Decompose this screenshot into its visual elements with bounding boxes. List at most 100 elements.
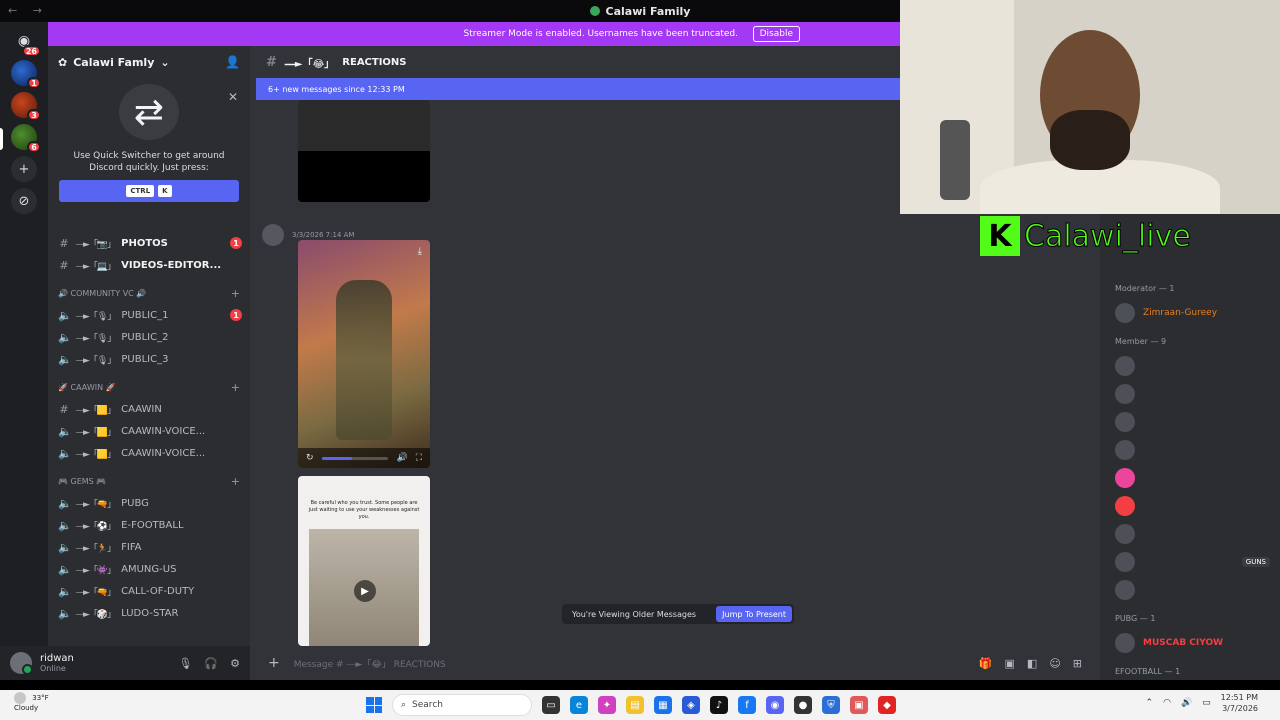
chevron-up-icon[interactable]: ⌃ [1146, 698, 1154, 708]
speaker-icon: 🔈 [58, 518, 72, 532]
text-channel-caawin[interactable]: # ⎯⎯►「🟨」 CAAWIN [48, 398, 250, 420]
member-row[interactable]: Zimraan-Gureey [1115, 299, 1280, 327]
sticker-icon[interactable]: ◧ [1027, 657, 1037, 670]
member-row[interactable] [1115, 408, 1280, 436]
windows-start-icon[interactable] [366, 697, 382, 713]
edge-icon[interactable]: e [570, 696, 588, 714]
obs-icon[interactable]: ● [794, 696, 812, 714]
composer-tools: 🎁 ▣ ◧ ☺ ⊞ [979, 657, 1082, 670]
channel-photos[interactable]: # ⎯⎯►「📷」 PHOTOS 1 [48, 232, 250, 254]
nav-arrows[interactable]: ← → [8, 4, 48, 17]
channel-name: CAAWIN-VOICE... [121, 425, 206, 437]
voice-channel-call-of-duty[interactable]: 🔈 ⎯⎯►「🔫」 CALL-OF-DUTY [48, 580, 250, 602]
member-row[interactable] [1115, 576, 1280, 604]
category-caawin[interactable]: 🚀 CAAWIN 🚀 + [48, 376, 250, 398]
close-icon[interactable]: ✕ [228, 90, 238, 104]
store-icon[interactable]: ▦ [654, 696, 672, 714]
file-explorer-icon[interactable]: ▤ [626, 696, 644, 714]
volume-icon[interactable]: 🔊 [1181, 698, 1192, 708]
server-icon-3[interactable]: 6 [11, 124, 41, 153]
member-row[interactable] [1115, 464, 1280, 492]
battery-icon[interactable]: ▭ [1202, 698, 1211, 708]
guns-tag: GUNS [1241, 557, 1270, 567]
download-icon[interactable]: ⤓ [418, 246, 422, 257]
shield-icon[interactable]: ⛨ [822, 696, 840, 714]
clock[interactable]: 12:51 PM 3/7/2026 [1221, 692, 1258, 714]
channel-decoration: ⎯⎯►「🎙」 [76, 333, 116, 344]
gear-icon[interactable]: ⚙ [230, 657, 240, 670]
voice-channel-caawin-1[interactable]: 🔈 ⎯⎯►「🟨」 CAAWIN-VOICE... [48, 420, 250, 442]
volume-icon[interactable]: 🔊 [396, 453, 407, 463]
video-progress[interactable] [321, 456, 389, 460]
voice-channel-caawin-2[interactable]: 🔈 ⎯⎯►「🟨」 CAAWIN-VOICE... [48, 442, 250, 464]
author-avatar[interactable] [262, 224, 284, 246]
voice-channel-pubg[interactable]: 🔈 ⎯⎯►「🔫」 PUBG [48, 492, 250, 514]
disable-button[interactable]: Disable [752, 26, 800, 42]
vpn-icon[interactable]: ◈ [682, 696, 700, 714]
fullscreen-icon[interactable]: ⛶ [416, 453, 422, 463]
facebook-icon[interactable]: f [738, 696, 756, 714]
member-row[interactable] [1115, 352, 1280, 380]
category-name: 🔊 COMMUNITY VC 🔊 [58, 288, 147, 298]
server-icon-2[interactable]: 3 [11, 92, 41, 121]
older-messages-text: You're Viewing Older Messages [572, 609, 697, 619]
home-button[interactable]: ◉ 26 [11, 28, 41, 57]
video-attachment-quote[interactable]: Be careful who you trust. Some people ar… [298, 476, 430, 646]
speaker-icon: 🔈 [58, 352, 72, 366]
member-row[interactable] [1115, 520, 1280, 548]
taskbar-search[interactable]: ⌕ Search [392, 694, 532, 716]
add-channel-icon[interactable]: + [231, 475, 240, 488]
invite-icon[interactable]: 👤 [225, 55, 240, 69]
microphone-icon[interactable]: 🎙 [178, 657, 192, 670]
gift-icon[interactable]: 🎁 [979, 657, 993, 670]
voice-channel-amung-us[interactable]: 🔈 ⎯⎯►「👾」 AMUNG-US [48, 558, 250, 580]
gif-icon[interactable]: ▣ [1005, 657, 1015, 670]
member-row[interactable] [1115, 436, 1280, 464]
new-messages-bar[interactable]: 6+ new messages since 12:33 PM [256, 78, 900, 100]
voice-channel-public-2[interactable]: 🔈 ⎯⎯►「🎙」 PUBLIC_2 [48, 326, 250, 348]
member-row[interactable]: GUNS [1115, 548, 1280, 576]
replay-icon[interactable]: ↻ [306, 453, 314, 463]
wifi-icon[interactable]: ◠ [1163, 698, 1171, 708]
weather-widget[interactable]: 33°F Cloudy [14, 692, 49, 713]
anydesk-icon[interactable]: ◆ [878, 696, 896, 714]
apps-icon[interactable]: ⊞ [1073, 657, 1082, 670]
category-community-vc[interactable]: 🔊 COMMUNITY VC 🔊 + [48, 282, 250, 304]
video-player[interactable]: ⤓ ↻ 🔊 ⛶ [298, 240, 430, 468]
guild-header[interactable]: ✿ Calawi Famly ⌄ 👤 [48, 46, 250, 78]
discover-button[interactable]: ⊘ [11, 188, 37, 214]
add-channel-icon[interactable]: + [231, 381, 240, 394]
add-channel-icon[interactable]: + [231, 287, 240, 300]
attach-icon[interactable]: + [268, 655, 280, 671]
headphones-icon[interactable]: 🎧 [204, 657, 218, 670]
add-server-button[interactable]: + [11, 156, 37, 182]
member-row[interactable]: MUSCAB CIYOW [1115, 629, 1280, 657]
category-gems[interactable]: 🎮 GEMS 🎮 + [48, 470, 250, 492]
video-attachment[interactable] [298, 100, 430, 202]
app-icon[interactable]: ▣ [850, 696, 868, 714]
voice-channel-fifa[interactable]: 🔈 ⎯⎯►「🏃」 FIFA [48, 536, 250, 558]
server-icon-1[interactable]: 1 [11, 60, 41, 89]
avatar[interactable] [10, 652, 33, 675]
voice-channel-public-1[interactable]: 🔈 ⎯⎯►「🎙」 PUBLIC_1 1 [48, 304, 250, 326]
voice-channel-efootball[interactable]: 🔈 ⎯⎯►「⚽」 E-FOOTBALL [48, 514, 250, 536]
voice-channel-ludo-star[interactable]: 🔈 ⎯⎯►「🎲」 LUDO-STAR [48, 602, 250, 624]
tiktok-icon[interactable]: ♪ [710, 696, 728, 714]
member-row[interactable] [1115, 380, 1280, 408]
emoji-icon[interactable]: ☺ [1049, 657, 1060, 670]
user-info[interactable]: ridwan Online [40, 653, 74, 673]
play-icon[interactable]: ▶ [354, 580, 376, 602]
weather-temp: 33°F [32, 694, 49, 702]
member-name: MUSCAB CIYOW [1143, 638, 1224, 648]
copilot-icon[interactable]: ✦ [598, 696, 616, 714]
member-row[interactable] [1115, 492, 1280, 520]
task-view-icon[interactable]: ▭ [542, 696, 560, 714]
channel-videos-editor[interactable]: # ⎯⎯►「💻」 VIDEOS-EDITOR... [48, 254, 250, 276]
jump-to-present-button[interactable]: Jump To Present [716, 606, 792, 622]
channel-decoration: ⎯⎯►「🔫」 [76, 587, 116, 598]
voice-channel-public-3[interactable]: 🔈 ⎯⎯►「🎙」 PUBLIC_3 [48, 348, 250, 370]
category-name: 🚀 CAAWIN 🚀 [58, 382, 116, 392]
older-messages-bar: You're Viewing Older Messages Jump To Pr… [562, 604, 794, 624]
discord-taskbar-icon[interactable]: ◉ [766, 696, 784, 714]
message-input[interactable]: Message # ⎯⎯►「😂」 REACTIONS [294, 657, 446, 670]
